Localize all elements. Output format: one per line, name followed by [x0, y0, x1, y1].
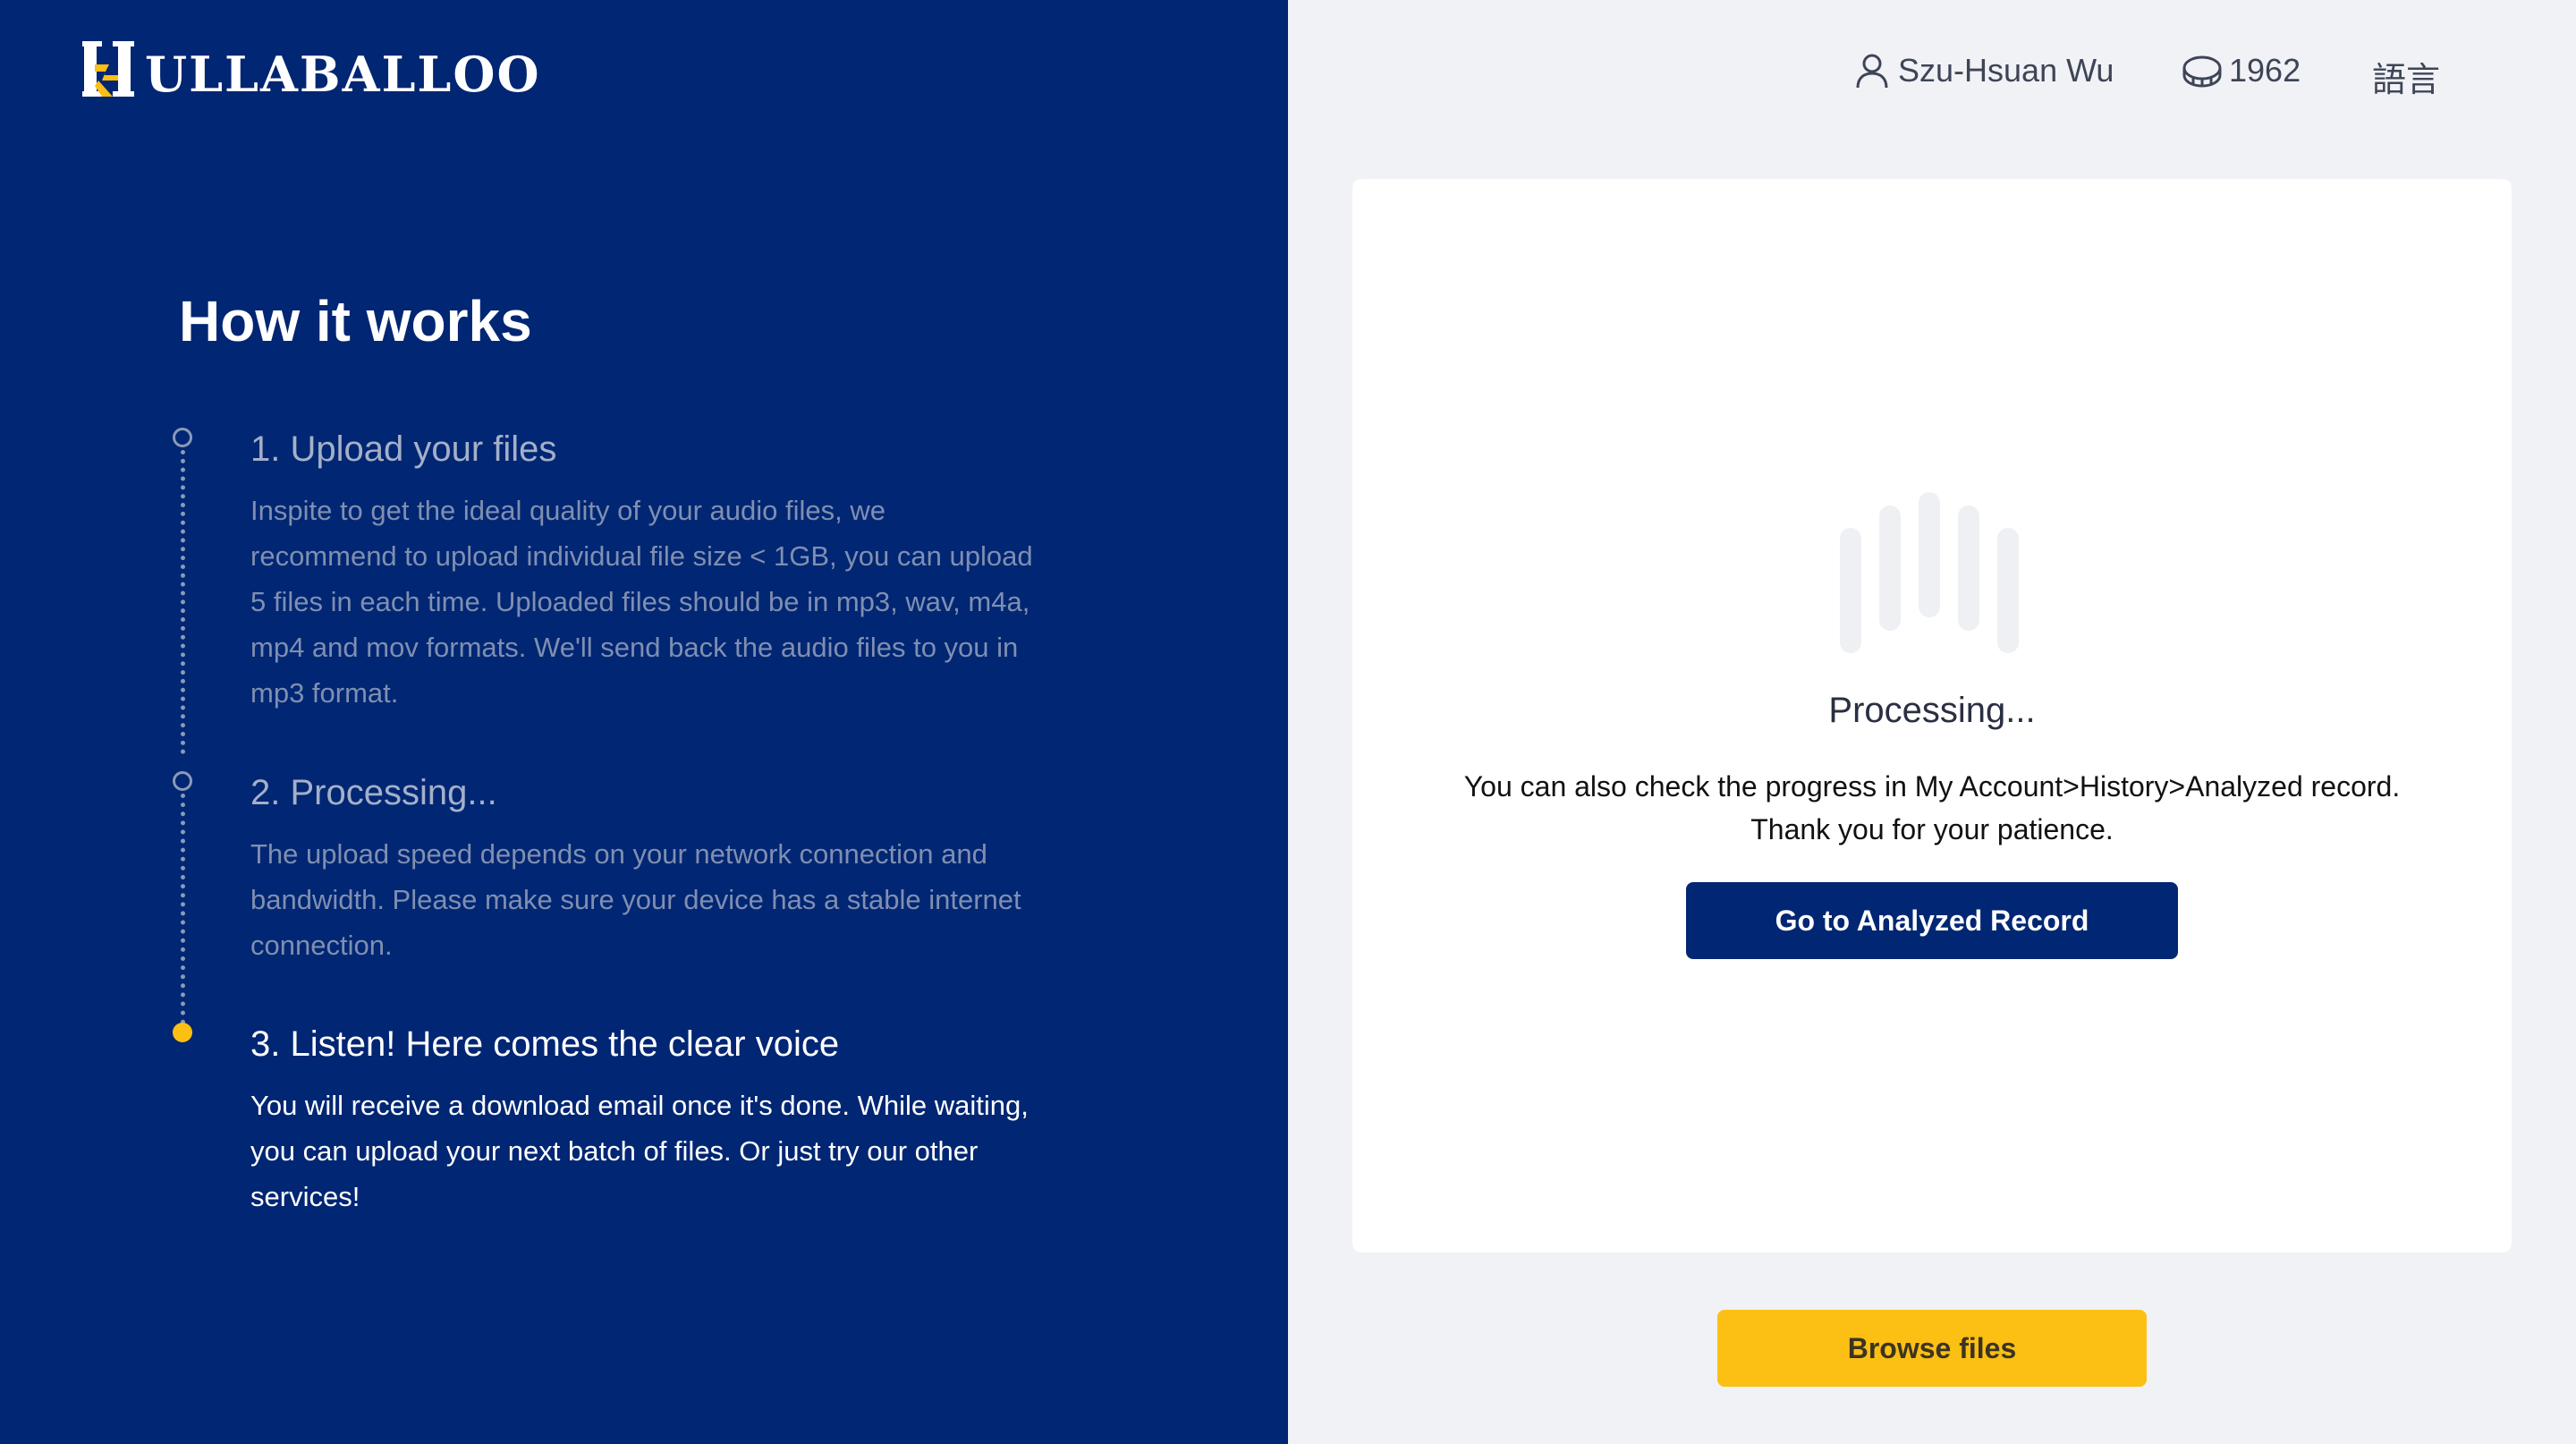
step-title: 2. Processing...: [250, 773, 497, 812]
processing-message-line: You can also check the progress in My Ac…: [1463, 770, 2401, 803]
wave-bar: [1879, 505, 1901, 631]
how-it-works-panel: ULLABALLOO How it works 1. Upload your f…: [0, 0, 1288, 1444]
hullaballoo-logo[interactable]: ULLABALLOO: [82, 36, 540, 100]
wave-bar: [1997, 528, 2019, 653]
step-desc-line: mp3 format.: [250, 677, 399, 709]
credits-count: 1962: [2229, 52, 2301, 89]
how-it-works-title: How it works: [179, 289, 532, 353]
coin-icon: [2182, 55, 2222, 88]
step-desc-line: Inspite to get the ideal quality of your…: [250, 495, 886, 526]
timeline-connector-2: [181, 794, 185, 1024]
logo-text: ULLABALLOO: [145, 46, 541, 103]
step-title: 3. Listen! Here comes the clear voice: [250, 1024, 840, 1064]
language-switcher[interactable]: 語言: [2372, 52, 2440, 101]
user-icon: [1856, 54, 1888, 89]
step-desc-line: 5 files in each time. Uploaded files sho…: [250, 586, 1030, 617]
processing-message: You can also check the progress in My Ac…: [1352, 765, 2512, 851]
processing-card: Processing... You can also check the pro…: [1352, 179, 2512, 1253]
step-desc-line: You will receive a download email once i…: [250, 1090, 1029, 1121]
user-name: Szu-Hsuan Wu: [1898, 52, 2114, 89]
step-desc-line: connection.: [250, 930, 393, 961]
step-description: You will receive a download email once i…: [250, 1083, 1127, 1219]
step-description: Inspite to get the ideal quality of your…: [250, 488, 1127, 716]
step-2-dot: [173, 771, 192, 791]
processing-title: Processing...: [1828, 691, 2036, 730]
step-upload: 1. Upload your files Inspite to get the …: [250, 427, 1127, 716]
step-1-dot: [173, 428, 192, 447]
step-desc-line: you can upload your next batch of files.…: [250, 1135, 979, 1167]
step-description: The upload speed depends on your network…: [250, 831, 1127, 968]
page: ULLABALLOO How it works 1. Upload your f…: [0, 0, 2576, 1444]
wave-bar: [1919, 492, 1940, 617]
step-desc-line: The upload speed depends on your network…: [250, 838, 987, 870]
timeline-connector-1: [181, 450, 185, 754]
step-desc-line: services!: [250, 1181, 360, 1212]
credits-display[interactable]: 1962: [2181, 50, 2301, 91]
step-3-dot: [173, 1023, 192, 1042]
browse-files-button[interactable]: Browse files: [1717, 1310, 2147, 1387]
step-desc-line: recommend to upload individual file size…: [250, 540, 1033, 572]
wave-bar: [1840, 528, 1861, 653]
step-desc-line: bandwidth. Please make sure your device …: [250, 884, 1021, 915]
processing-message-line: Thank you for your patience.: [1750, 813, 2114, 845]
step-listen: 3. Listen! Here comes the clear voice Yo…: [250, 1022, 1127, 1219]
user-account-menu[interactable]: Szu-Hsuan Wu: [1852, 50, 2114, 91]
step-title: 1. Upload your files: [250, 429, 557, 469]
step-processing: 2. Processing... The upload speed depend…: [250, 770, 1127, 968]
step-desc-line: mp4 and mov formats. We'll send back the…: [250, 632, 1019, 663]
go-to-analyzed-record-button[interactable]: Go to Analyzed Record: [1686, 882, 2178, 959]
logo-h-mark: [82, 39, 143, 100]
wave-bar: [1958, 505, 1979, 631]
audio-wave-icon: [1840, 492, 2019, 653]
